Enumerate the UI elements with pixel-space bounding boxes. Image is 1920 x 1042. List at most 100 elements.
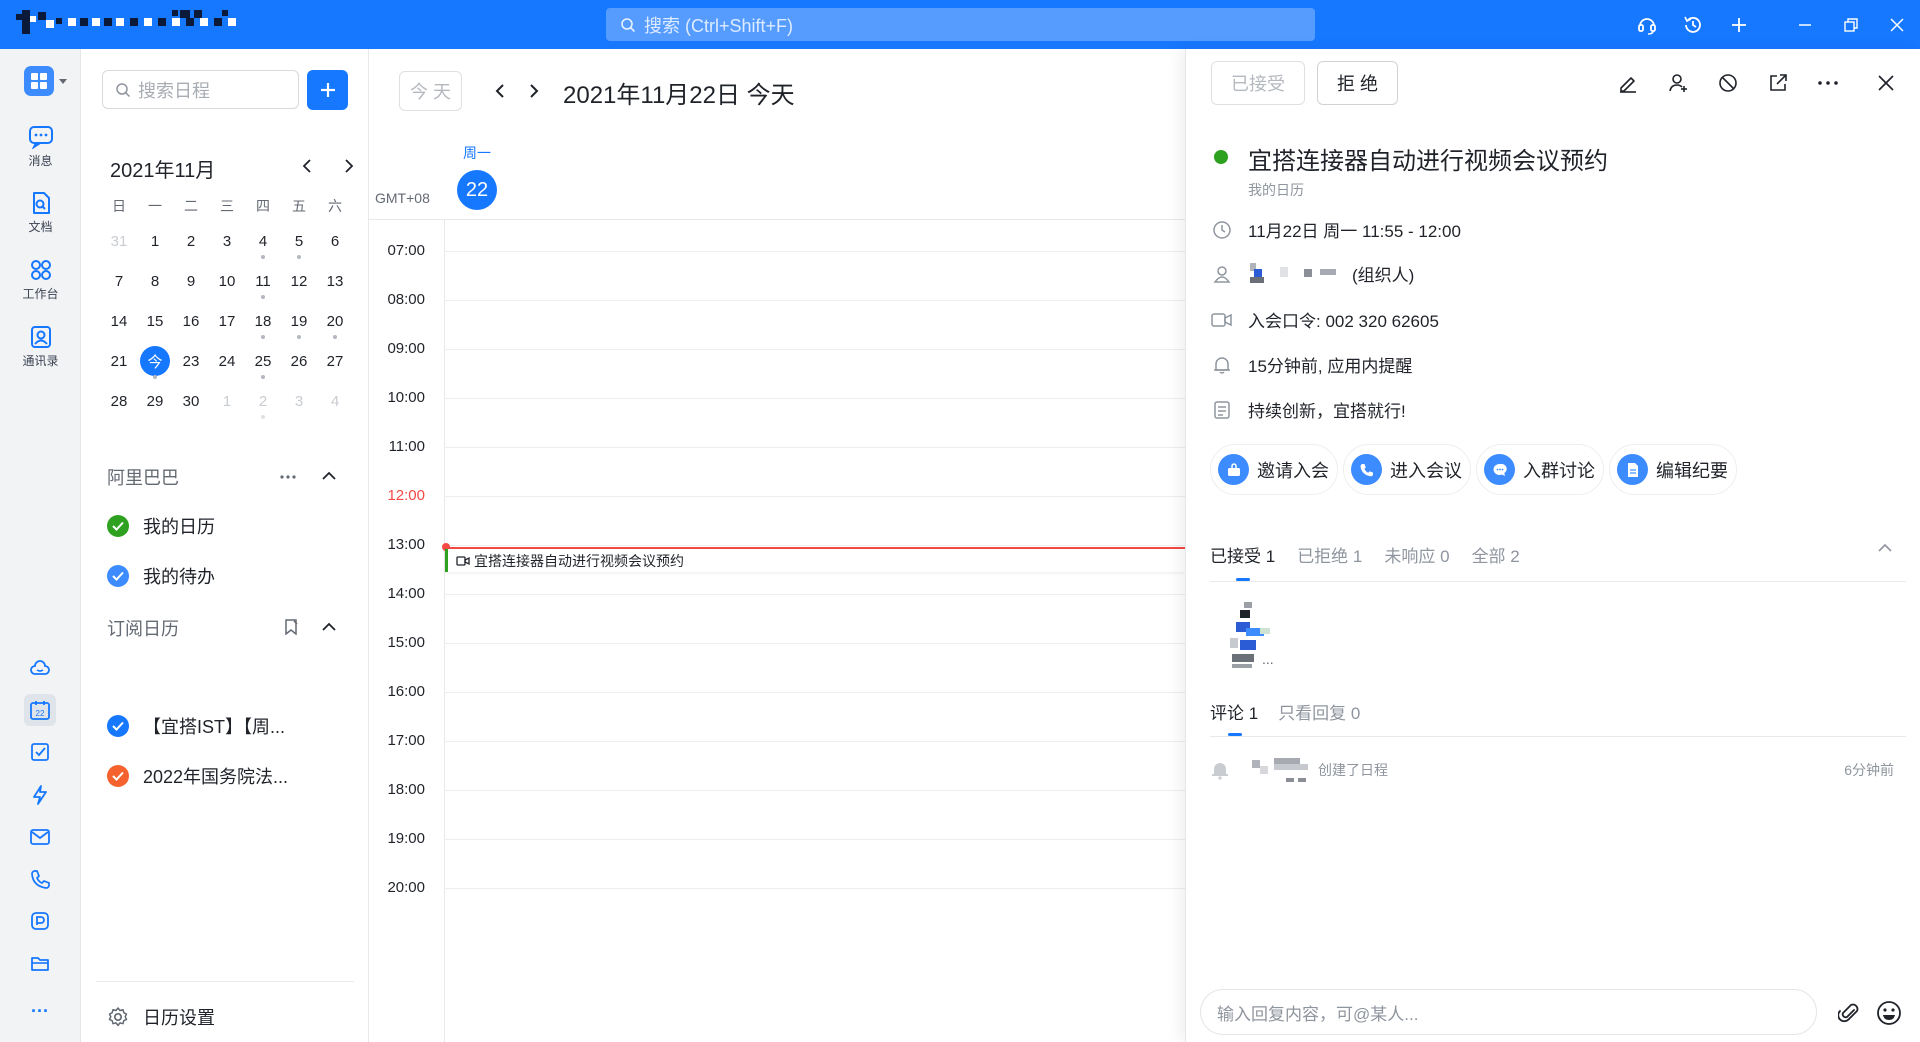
mini-calendar-day[interactable]: 4 [317, 381, 353, 421]
schedule-search-input[interactable]: 搜索日程 [102, 70, 299, 109]
rail-todo[interactable] [24, 736, 56, 768]
mini-calendar-day[interactable]: 10 [209, 261, 245, 301]
mini-calendar-day[interactable]: 17 [209, 301, 245, 341]
join-group-discussion-button[interactable]: 入群讨论 [1476, 444, 1604, 495]
mini-calendar-day[interactable]: 16 [173, 301, 209, 341]
mini-calendar-day[interactable]: 2 [173, 221, 209, 261]
mini-calendar-day[interactable]: 25 [245, 341, 281, 381]
check-icon[interactable] [107, 715, 129, 737]
restore-icon[interactable] [1828, 0, 1874, 49]
edit-icon[interactable] [1608, 63, 1648, 103]
rail-calendar[interactable]: 22 [24, 694, 56, 726]
mini-calendar-day[interactable]: 28 [101, 381, 137, 421]
rail-item-workbench[interactable]: 工作台 [0, 258, 81, 302]
more-apps-icon[interactable]: ··· [24, 995, 56, 1027]
tab-no-response[interactable]: 未响应 0 [1384, 542, 1449, 567]
mini-calendar-day[interactable]: 23 [173, 341, 209, 381]
headset-icon[interactable] [1624, 0, 1670, 49]
mini-calendar-day[interactable]: 26 [281, 341, 317, 381]
next-month-button[interactable] [334, 151, 364, 181]
day-number-badge[interactable]: 22 [457, 170, 497, 210]
mini-calendar-day[interactable]: 8 [137, 261, 173, 301]
decline-button[interactable]: 拒 绝 [1317, 61, 1398, 105]
mini-calendar-day[interactable]: 18 [245, 301, 281, 341]
mini-calendar-day[interactable]: 2 [245, 381, 281, 421]
activity-user-avatar[interactable] [1252, 756, 1314, 784]
add-attendee-icon[interactable] [1658, 63, 1698, 103]
calendar-item-my-todo[interactable]: 我的待办 [107, 563, 215, 589]
add-event-button[interactable] [307, 70, 348, 110]
reply-input[interactable]: 输入回复内容，可@某人... [1200, 989, 1817, 1035]
mini-calendar-day[interactable]: 5 [281, 221, 317, 261]
mini-calendar-day[interactable]: 12 [281, 261, 317, 301]
rail-lightning[interactable] [24, 779, 56, 811]
global-search-input[interactable]: 搜索 (Ctrl+Shift+F) [606, 8, 1315, 41]
cancel-event-icon[interactable] [1708, 63, 1748, 103]
history-icon[interactable] [1670, 0, 1716, 49]
bookmark-icon[interactable] [279, 615, 303, 639]
mini-calendar-day[interactable]: 4 [245, 221, 281, 261]
rail-item-messages[interactable]: 消息 [0, 125, 81, 169]
minimize-icon[interactable] [1782, 0, 1828, 49]
mini-calendar-day[interactable]: 24 [209, 341, 245, 381]
mini-calendar-day[interactable]: 7 [101, 261, 137, 301]
paperclip-icon[interactable] [1833, 997, 1865, 1029]
group-more-icon[interactable] [276, 465, 300, 489]
mini-calendar-day[interactable]: 31 [101, 221, 137, 261]
event-block[interactable]: 宜搭连接器自动进行视频会议预约 [445, 549, 1185, 572]
mini-calendar-day[interactable]: 30 [173, 381, 209, 421]
organizer-avatar[interactable] [1248, 262, 1344, 285]
more-options-icon[interactable] [1808, 63, 1848, 103]
mini-calendar-day[interactable]: 1 [137, 221, 173, 261]
tab-comments[interactable]: 评论 1 [1210, 699, 1258, 724]
mini-calendar-day[interactable]: 21 [101, 341, 137, 381]
rail-folder[interactable] [24, 947, 56, 979]
mini-calendar-day[interactable]: 14 [101, 301, 137, 341]
plus-icon[interactable] [1716, 0, 1762, 49]
mini-calendar-day[interactable]: 13 [317, 261, 353, 301]
chevron-up-icon[interactable] [317, 464, 341, 488]
mini-calendar-day[interactable]: 3 [209, 221, 245, 261]
calendar-item-subscribed-ist[interactable]: 【宜搭IST】【周... [107, 713, 285, 739]
check-icon[interactable] [107, 765, 129, 787]
tab-accepted[interactable]: 已接受 1 [1210, 542, 1275, 567]
accepted-button[interactable]: 已接受 [1211, 61, 1305, 105]
mini-calendar-day[interactable]: 6 [317, 221, 353, 261]
rail-meeting[interactable] [24, 905, 56, 937]
join-meeting-button[interactable]: 进入会议 [1343, 444, 1471, 495]
mini-calendar-day[interactable]: 3 [281, 381, 317, 421]
prev-month-button[interactable] [292, 151, 322, 181]
next-day-button[interactable] [520, 77, 548, 105]
mini-calendar-day[interactable]: 19 [281, 301, 317, 341]
calendar-item-my-calendar[interactable]: 我的日历 [107, 513, 215, 539]
mini-calendar-day[interactable]: 15 [137, 301, 173, 341]
mini-calendar-day[interactable]: 29 [137, 381, 173, 421]
tab-replies-only[interactable]: 只看回复 0 [1278, 699, 1360, 724]
rail-mail[interactable] [24, 821, 56, 853]
app-switcher[interactable] [24, 66, 68, 96]
rail-item-docs[interactable]: 文档 [0, 191, 81, 235]
chevron-up-icon[interactable] [1878, 543, 1892, 553]
calendar-settings-button[interactable]: 日历设置 [107, 1004, 215, 1030]
tab-declined[interactable]: 已拒绝 1 [1297, 542, 1362, 567]
mini-calendar-day[interactable]: 27 [317, 341, 353, 381]
calendar-item-holidays[interactable]: 2022年国务院法... [107, 763, 288, 789]
rail-phone[interactable] [24, 863, 56, 895]
check-icon[interactable] [107, 565, 129, 587]
chevron-up-icon[interactable] [317, 615, 341, 639]
rail-cloud[interactable] [24, 652, 56, 684]
rail-item-contacts[interactable]: 通讯录 [0, 325, 81, 369]
mini-calendar-day[interactable]: 20 [317, 301, 353, 341]
close-window-icon[interactable] [1874, 0, 1920, 49]
mini-calendar-day[interactable]: 11 [245, 261, 281, 301]
mini-calendar-today[interactable]: 今 [137, 341, 173, 381]
edit-minutes-button[interactable]: 编辑纪要 [1609, 444, 1737, 495]
close-panel-icon[interactable] [1866, 63, 1906, 103]
today-button[interactable]: 今 天 [399, 71, 462, 111]
open-external-icon[interactable] [1758, 63, 1798, 103]
prev-day-button[interactable] [486, 77, 514, 105]
tab-all[interactable]: 全部 2 [1472, 542, 1520, 567]
emoji-icon[interactable] [1873, 997, 1905, 1029]
invite-to-meeting-button[interactable]: 邀请入会 [1210, 444, 1338, 495]
mini-calendar-day[interactable]: 9 [173, 261, 209, 301]
